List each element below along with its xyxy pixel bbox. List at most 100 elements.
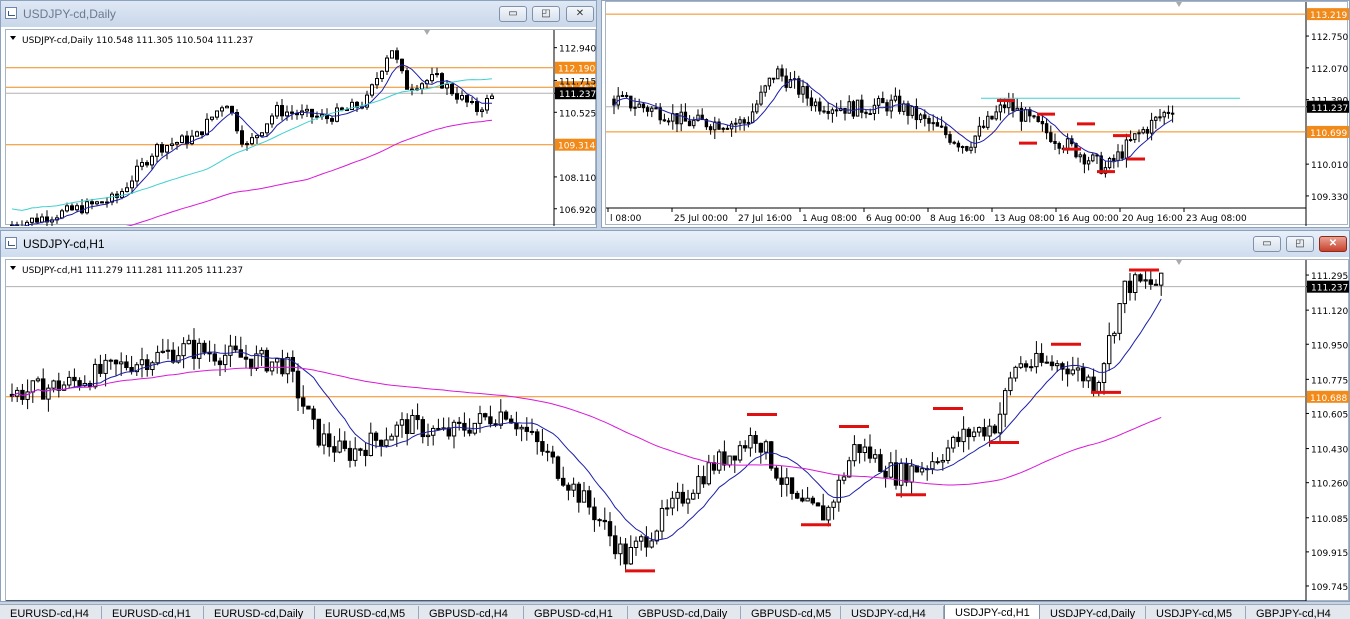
topright-chart-window[interactable]: 113.219110.699112.750112.070111.390111.2… xyxy=(601,0,1350,228)
price-tick-label: 110.260 xyxy=(1311,480,1348,490)
candle-body xyxy=(826,506,831,521)
candle-body xyxy=(30,380,36,393)
chart-tab[interactable]: EURUSD-cd,H1 xyxy=(102,606,204,619)
candle-body xyxy=(767,77,772,87)
candle-body xyxy=(160,350,166,353)
candle-body xyxy=(899,462,904,486)
daily-chart-window[interactable]: USDJPY-cd,Daily ▭ ◰ ✕ USDJPY-cd,Daily 11… xyxy=(0,0,597,228)
candle-body xyxy=(779,477,784,485)
candle-body xyxy=(753,435,758,444)
candle-body xyxy=(460,95,464,100)
candle-body xyxy=(971,431,977,438)
chart-tab[interactable]: USDJPY-cd,H1 xyxy=(944,605,1040,619)
candle-body xyxy=(998,104,1003,113)
candle-body xyxy=(60,210,64,219)
candle-body xyxy=(498,411,504,426)
time-tick-label: 13 Aug 08:00 xyxy=(994,214,1055,224)
candle-body xyxy=(711,462,717,471)
candle-body xyxy=(405,419,410,435)
candle-body xyxy=(243,356,249,360)
candle-body xyxy=(831,501,836,508)
price-tick-label: 110.605 xyxy=(1311,410,1348,420)
level-price-label: 109.314 xyxy=(558,142,595,152)
chart-tab[interactable]: EURUSD-cd,Daily xyxy=(204,606,315,619)
candle-body xyxy=(687,120,692,127)
candle-body xyxy=(1159,272,1164,286)
candle-body xyxy=(742,119,746,124)
candle-body xyxy=(951,436,956,449)
candle-body xyxy=(592,506,597,521)
minimize-button[interactable]: ▭ xyxy=(1253,236,1281,252)
chart-tab[interactable]: USDJPY-cd,Daily xyxy=(1040,606,1146,619)
candle-body xyxy=(771,77,776,80)
candle-body xyxy=(1011,101,1015,111)
candle-body xyxy=(1141,129,1145,134)
h1-chart-area[interactable]: USDJPY-cd,H1 111.279 111.281 111.205 111… xyxy=(5,259,1349,601)
candle-body xyxy=(918,114,923,121)
candle-body xyxy=(477,413,483,424)
topright-chart-area[interactable]: 113.219110.699112.750112.070111.390111.2… xyxy=(605,1,1349,226)
h1-chart-window[interactable]: USDJPY-cd,H1 ▭ ◰ ✕ USDJPY-cd,H1 111.279 … xyxy=(0,230,1350,602)
daily-window-titlebar[interactable]: USDJPY-cd,Daily ▭ ◰ ✕ xyxy=(1,1,596,27)
candle-body xyxy=(415,414,420,421)
chart-tab[interactable]: EURUSD-cd,M5 xyxy=(315,606,419,619)
chart-tab[interactable]: GBPUSD-cd,H4 xyxy=(419,606,524,619)
candle-body xyxy=(1018,363,1023,368)
level-price-label: 112.190 xyxy=(558,65,595,75)
h1-window-titlebar[interactable]: USDJPY-cd,H1 ▭ ◰ ✕ xyxy=(1,231,1349,257)
candle-body xyxy=(780,68,784,77)
restore-button[interactable]: ◰ xyxy=(532,6,560,22)
candle-body xyxy=(220,107,224,112)
chart-tab[interactable]: EURUSD-cd,H4 xyxy=(0,606,102,619)
minimize-button[interactable]: ▭ xyxy=(499,6,527,22)
candle-body xyxy=(759,91,763,105)
daily-chart-area[interactable]: USDJPY-cd,Daily 110.548 111.305 110.504 … xyxy=(5,29,596,227)
candle-body xyxy=(394,424,400,437)
candle-body xyxy=(902,103,906,112)
candle-body xyxy=(675,491,680,499)
candle-body xyxy=(155,144,159,157)
candle-body xyxy=(1116,151,1120,162)
price-tick-label: 110.950 xyxy=(1311,341,1348,351)
candle-body xyxy=(124,361,129,369)
candle-body xyxy=(535,431,540,443)
candle-body xyxy=(550,451,555,458)
candle-body xyxy=(165,145,169,153)
candle-body xyxy=(1133,274,1138,293)
candle-body xyxy=(1158,116,1162,119)
candle-body xyxy=(1044,361,1049,364)
candle-body xyxy=(945,447,951,461)
chart-tab[interactable]: GBPUSD-cd,Daily xyxy=(628,606,741,619)
candle-body xyxy=(514,422,519,430)
candle-body xyxy=(826,110,830,114)
candle-body xyxy=(202,342,207,353)
time-tick-label: 16 Aug 00:00 xyxy=(1058,214,1119,224)
chart-tab[interactable]: GBPUSD-cd,H1 xyxy=(524,606,628,619)
candle-body xyxy=(1070,369,1075,375)
chart-tab[interactable]: USDJPY-cd,H4 xyxy=(841,606,944,619)
candle-body xyxy=(904,462,909,483)
candle-body xyxy=(40,216,44,223)
restore-button[interactable]: ◰ xyxy=(1286,236,1314,252)
close-button[interactable]: ✕ xyxy=(566,6,594,22)
chart-tab[interactable]: GBPUSD-cd,M5 xyxy=(741,606,841,619)
candle-body xyxy=(800,497,805,502)
candle-body xyxy=(75,205,79,211)
candle-body xyxy=(340,107,344,111)
candle-body xyxy=(813,101,818,106)
candle-body xyxy=(843,107,847,114)
candle-body xyxy=(1032,115,1036,118)
candle-body xyxy=(696,476,701,494)
candle-body xyxy=(1091,376,1096,393)
candle-body xyxy=(98,363,103,374)
price-tick-label: 108.110 xyxy=(559,174,596,184)
chart-tab[interactable]: USDJPY-cd,M5 xyxy=(1146,606,1246,619)
candle-body xyxy=(597,519,602,522)
candle-body xyxy=(1107,157,1112,169)
candle-body xyxy=(1170,112,1175,115)
price-tick-label: 110.010 xyxy=(1311,161,1348,171)
close-button[interactable]: ✕ xyxy=(1319,236,1347,252)
candle-body xyxy=(805,497,810,502)
chart-tab[interactable]: GBPJPY-cd,H4 xyxy=(1246,606,1350,619)
candle-body xyxy=(190,135,194,145)
